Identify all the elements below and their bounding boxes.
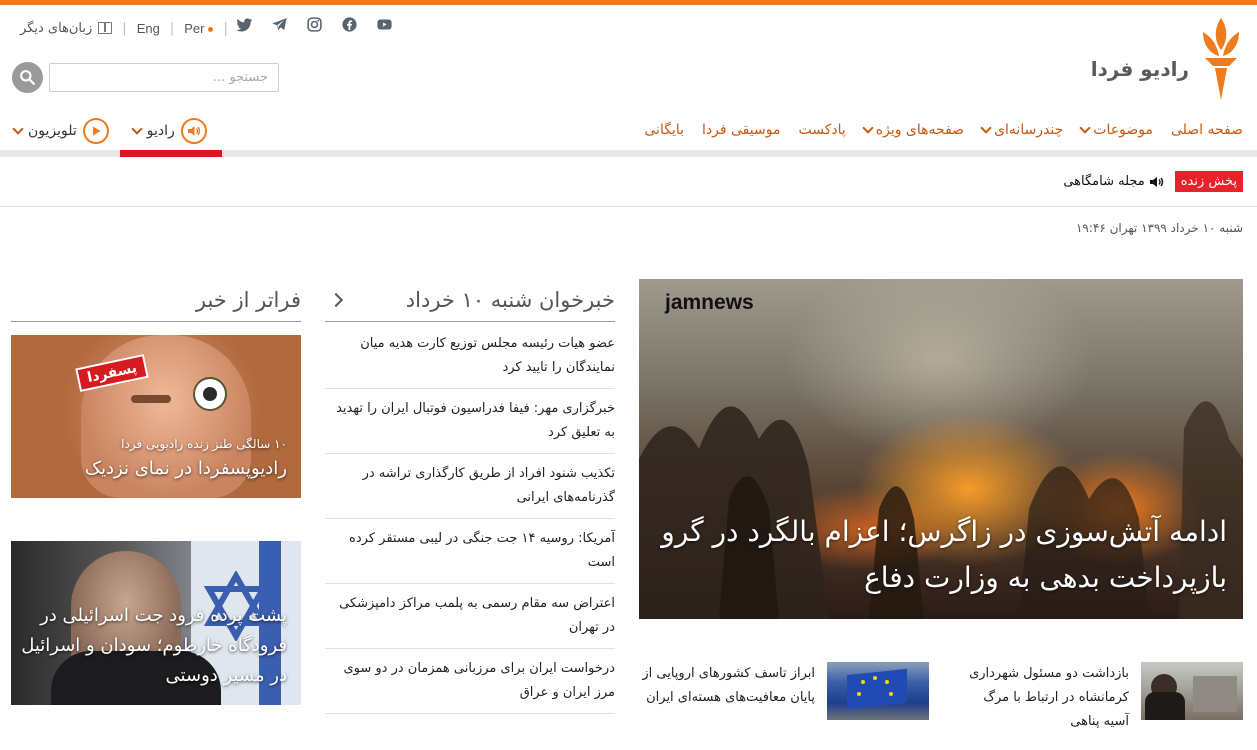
search-icon	[20, 70, 35, 85]
hero-story[interactable]: jamnews ادامه آتش‌سوزی در زاگرس؛ اعزام ب…	[639, 279, 1243, 619]
feature-card[interactable]: پسفردا ۱۰ سالگی طنز زنده رادیویی فردا را…	[11, 335, 301, 498]
news-item[interactable]: اعتراض سه مقام رسمی به پلمب مراکز دامپزش…	[325, 584, 615, 649]
section-divider	[325, 321, 615, 322]
site-logo[interactable]: رادیو فردا	[1091, 16, 1243, 102]
nav-item-label: بایگانی	[644, 122, 685, 138]
card-title: رادیوپسفردا در نمای نزدیک	[84, 458, 287, 479]
tv-menu[interactable]: تلویزیون	[8, 114, 115, 148]
tv-label: تلویزیون	[28, 123, 77, 139]
lang-per-link[interactable]: Per	[184, 20, 214, 36]
hero-title[interactable]: ادامه آتش‌سوزی در زاگرس؛ اعزام بالگرد در…	[647, 509, 1227, 601]
other-languages-label: زبان‌های دیگر	[20, 20, 93, 36]
nav-item-label: صفحه اصلی	[1170, 122, 1243, 138]
nav-item-music[interactable]: موسیقی فردا	[684, 122, 780, 138]
lang-eng-link[interactable]: Eng	[137, 21, 160, 36]
small-story-title: ابراز تاسف کشورهای اروپایی از پایان معاف…	[642, 666, 815, 705]
news-item[interactable]: تکذیب شنود افراد از طریق کارگذاری تراشه …	[325, 454, 615, 519]
story-thumbnail	[827, 662, 929, 720]
other-languages-link[interactable]: زبان‌های دیگر	[18, 20, 113, 36]
media-links: تلویزیون رادیو	[8, 114, 213, 148]
youtube-icon[interactable]	[376, 16, 393, 33]
twitter-icon[interactable]	[236, 16, 253, 33]
date-line: شنبه ۱۰ خرداد ۱۳۹۹ تهران ۱۹:۴۶	[1075, 221, 1243, 235]
radio-menu[interactable]: رادیو	[127, 114, 213, 148]
search-input[interactable]	[49, 63, 279, 92]
news-feed-header[interactable]: خبرخوان شنبه ۱۰ خرداد	[325, 280, 615, 320]
small-story[interactable]: بازداشت دو مسئول شهرداری کرمانشاه در ارت…	[955, 662, 1243, 734]
facebook-icon[interactable]	[341, 16, 358, 33]
nav-item-label: صفحه‌های ویژه	[875, 122, 965, 138]
nav-item-label: پادکست	[798, 122, 846, 138]
play-icon	[82, 118, 109, 144]
card-kicker: ۱۰ سالگی طنز زنده رادیویی فردا	[121, 437, 287, 451]
news-item[interactable]: عضو هیات رئیسه مجلس توزیع کارت هدیه میان…	[325, 324, 615, 389]
instagram-icon[interactable]	[306, 16, 323, 33]
chevron-down-icon	[862, 122, 874, 134]
news-feed-list: عضو هیات رئیسه مجلس توزیع کارت هدیه میان…	[325, 324, 615, 714]
news-item[interactable]: خبرگزاری مهر: فیفا فدراسیون فوتبال ایران…	[325, 389, 615, 454]
nav-item-home[interactable]: صفحه اصلی	[1153, 122, 1243, 138]
small-story-title: بازداشت دو مسئول شهرداری کرمانشاه در ارت…	[969, 666, 1129, 729]
nav-item-special-pages[interactable]: صفحه‌های ویژه	[846, 122, 964, 138]
live-strip: پخش زنده مجله شامگاهی	[1063, 171, 1243, 192]
top-accent-bar	[0, 0, 1257, 5]
lang-per-label: Per	[184, 20, 205, 36]
beyond-news-heading[interactable]: فراتر از خبر	[11, 280, 301, 320]
active-dot-icon	[208, 26, 214, 32]
divider: |	[169, 20, 175, 36]
chevron-down-icon	[1079, 122, 1091, 134]
news-item[interactable]: آمریکا: روسیه ۱۴ جت جنگی در لیبی مستقر ک…	[325, 519, 615, 584]
nav-item-multimedia[interactable]: چندرسانه‌ای	[964, 122, 1063, 138]
telegram-icon[interactable]	[271, 16, 288, 33]
speaker-icon	[1149, 176, 1163, 187]
live-program-link[interactable]: مجله شامگاهی	[1063, 174, 1164, 189]
nav-item-podcast[interactable]: پادکست	[780, 122, 845, 138]
live-badge: پخش زنده	[1174, 171, 1243, 192]
chevron-down-icon	[12, 123, 24, 135]
card-title: پشت پرده فرود جت اسرائیلی در فرودگاه خار…	[21, 605, 287, 686]
logo-text: رادیو فردا	[1090, 57, 1189, 81]
social-links	[236, 16, 393, 33]
feature-card[interactable]: پشت پرده فرود جت اسرائیلی در فرودگاه خار…	[11, 541, 301, 705]
nav-item-archive[interactable]: بایگانی	[626, 122, 684, 138]
hero-watermark: jamnews	[665, 291, 754, 314]
nav-item-label: موسیقی فردا	[702, 122, 781, 138]
search-button[interactable]	[12, 62, 43, 93]
radio-active-indicator	[120, 150, 222, 157]
small-story[interactable]: ابراز تاسف کشورهای اروپایی از پایان معاف…	[639, 662, 929, 720]
main-nav: صفحه اصلی موضوعات چندرسانه‌ای صفحه‌های و…	[626, 112, 1243, 148]
divider: |	[223, 20, 228, 36]
speaker-icon	[180, 118, 207, 144]
story-thumbnail	[1141, 662, 1243, 720]
live-divider	[0, 206, 1257, 207]
language-book-icon	[98, 22, 113, 34]
news-feed-heading: خبرخوان شنبه ۱۰ خرداد	[405, 288, 615, 312]
utility-bar: زبان‌های دیگر | Eng | Per |	[18, 14, 238, 42]
section-divider	[11, 321, 301, 322]
card-caption: ۱۰ سالگی طنز زنده رادیویی فردا رادیوپسفر…	[17, 434, 287, 484]
card-caption: پشت پرده فرود جت اسرائیلی در فرودگاه خار…	[17, 601, 287, 691]
nav-item-topics[interactable]: موضوعات	[1063, 122, 1153, 138]
chevron-left-icon	[328, 292, 344, 308]
radio-label: رادیو	[146, 123, 175, 139]
nav-item-label: موضوعات	[1093, 122, 1153, 138]
live-program-title: مجله شامگاهی	[1063, 174, 1145, 189]
news-item[interactable]: درخواست ایران برای مرزبانی همزمان در دو …	[325, 649, 615, 714]
chevron-down-icon	[980, 122, 992, 134]
divider: |	[122, 20, 127, 36]
chevron-down-icon	[131, 123, 143, 135]
radio-farda-logo-icon	[1203, 18, 1239, 100]
nav-item-label: چندرسانه‌ای	[994, 122, 1064, 138]
